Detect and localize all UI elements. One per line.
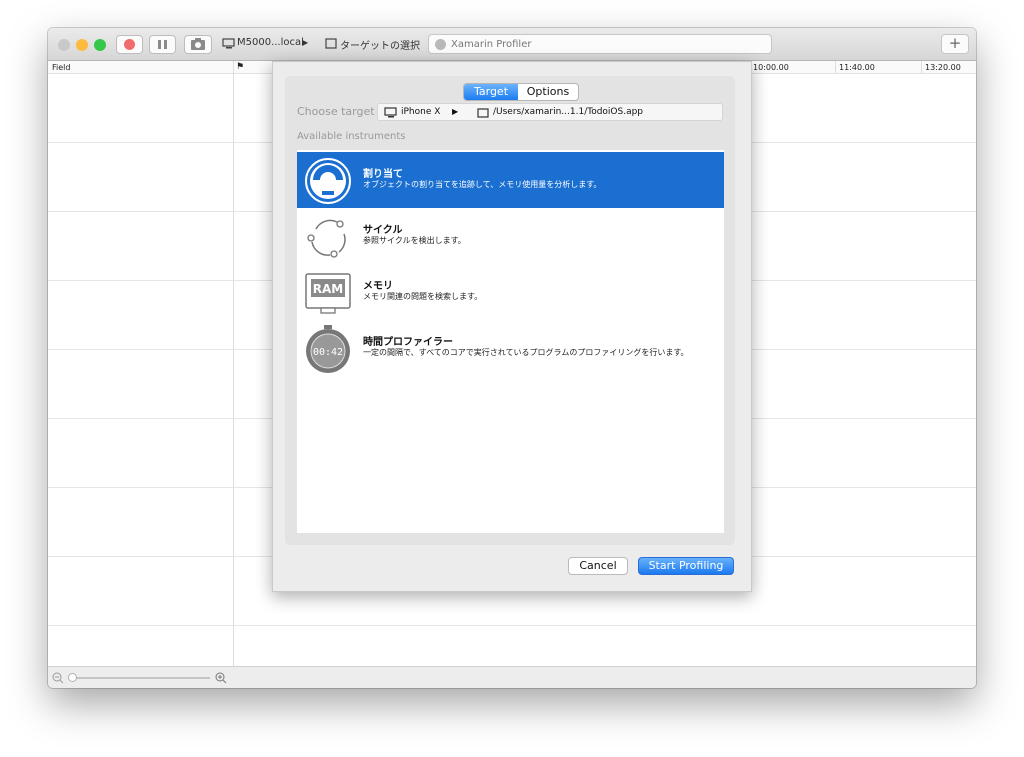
snapshot-button[interactable] bbox=[184, 35, 212, 54]
zoom-window-button[interactable] bbox=[94, 39, 106, 51]
camera-icon bbox=[191, 38, 205, 50]
column-divider[interactable] bbox=[233, 61, 234, 688]
instrument-title: サイクル bbox=[363, 225, 403, 236]
available-instruments-label: Available instruments bbox=[297, 131, 406, 142]
tab-options[interactable]: Options bbox=[518, 84, 578, 100]
field-column-header: Field bbox=[52, 63, 71, 72]
instrument-title: メモリ bbox=[363, 281, 393, 292]
zoom-in-icon[interactable] bbox=[215, 672, 227, 684]
window-icon bbox=[325, 38, 337, 49]
choose-target-dialog: Target Options Choose target iPhone X ▶ … bbox=[272, 61, 752, 592]
target-selector[interactable]: ターゲットの選択 bbox=[340, 37, 420, 52]
time-label: 10:00.00 bbox=[753, 63, 789, 72]
instrument-list: 割り当て オブジェクトの割り当てを追跡して、メモリ使用量を分析します。 サイクル… bbox=[297, 150, 724, 533]
target-selector-field[interactable]: iPhone X ▶ /Users/xamarin...1.1/TodoiOS.… bbox=[377, 103, 723, 121]
minimize-window-button[interactable] bbox=[76, 39, 88, 51]
record-icon bbox=[124, 39, 135, 50]
time-label: 13:20.00 bbox=[921, 61, 961, 74]
play-icon: ▶ bbox=[302, 38, 309, 47]
device-selector[interactable]: M5000...local bbox=[237, 37, 304, 48]
time-label: 11:40.00 bbox=[835, 61, 875, 74]
cycles-icon bbox=[307, 219, 346, 258]
pause-button[interactable] bbox=[149, 35, 176, 54]
instrument-description: 参照サイクルを検出します。 bbox=[363, 236, 466, 245]
instrument-description: メモリ関連の問題を検索します。 bbox=[363, 292, 483, 301]
app-path[interactable]: /Users/xamarin...1.1/TodoiOS.app bbox=[493, 107, 643, 117]
record-button[interactable] bbox=[116, 35, 143, 54]
instrument-time-profiler[interactable]: 00:42 時間プロファイラー 一定の間隔で、すべてのコアで実行されているプログ… bbox=[297, 320, 724, 376]
monitor-icon bbox=[222, 38, 235, 49]
zoom-slider-track[interactable] bbox=[70, 677, 210, 679]
choose-target-label: Choose target bbox=[297, 105, 375, 118]
close-window-button[interactable] bbox=[58, 39, 70, 51]
instrument-title: 割り当て bbox=[363, 169, 403, 180]
tab-target[interactable]: Target bbox=[464, 84, 518, 100]
bottom-bar bbox=[48, 666, 976, 688]
toolbar: M5000...local ▶ ターゲットの選択 Xamarin Profile… bbox=[48, 28, 976, 61]
window-icon bbox=[477, 108, 489, 118]
status-indicator-icon bbox=[435, 39, 446, 50]
status-text: Xamarin Profiler bbox=[451, 39, 532, 50]
flag-icon: ⚑ bbox=[236, 62, 245, 72]
grid-line bbox=[48, 625, 976, 626]
allocations-icon bbox=[305, 158, 351, 204]
add-button[interactable]: + bbox=[941, 34, 969, 54]
status-bar: Xamarin Profiler bbox=[428, 34, 772, 54]
cancel-button[interactable]: Cancel bbox=[568, 557, 628, 575]
instrument-description: 一定の間隔で、すべてのコアで実行されているプログラムのプロファイリングを行います… bbox=[363, 348, 689, 357]
play-icon: ▶ bbox=[452, 107, 459, 116]
instrument-allocations[interactable]: 割り当て オブジェクトの割り当てを追跡して、メモリ使用量を分析します。 bbox=[297, 152, 724, 208]
start-profiling-button[interactable]: Start Profiling bbox=[638, 557, 734, 575]
instrument-cycles[interactable]: サイクル 参照サイクルを検出します。 bbox=[297, 208, 724, 264]
instrument-memory[interactable]: RAM メモリ メモリ関連の問題を検索します。 bbox=[297, 264, 724, 320]
instrument-title: 時間プロファイラー bbox=[363, 337, 453, 348]
monitor-icon bbox=[384, 107, 397, 118]
instrument-description: オブジェクトの割り当てを追跡して、メモリ使用量を分析します。 bbox=[363, 180, 602, 189]
target-panel: Target Options Choose target iPhone X ▶ … bbox=[285, 76, 735, 545]
stopwatch-icon-text: 00:42 bbox=[313, 347, 343, 358]
zoom-out-icon[interactable] bbox=[52, 672, 64, 684]
zoom-slider-knob[interactable] bbox=[68, 673, 77, 682]
pause-icon bbox=[158, 40, 167, 49]
ram-icon: RAM bbox=[305, 273, 351, 314]
stopwatch-icon: 00:42 bbox=[306, 325, 350, 373]
ram-icon-text: RAM bbox=[313, 282, 343, 296]
tab-control: Target Options bbox=[463, 83, 579, 101]
device-name[interactable]: iPhone X bbox=[401, 107, 440, 117]
